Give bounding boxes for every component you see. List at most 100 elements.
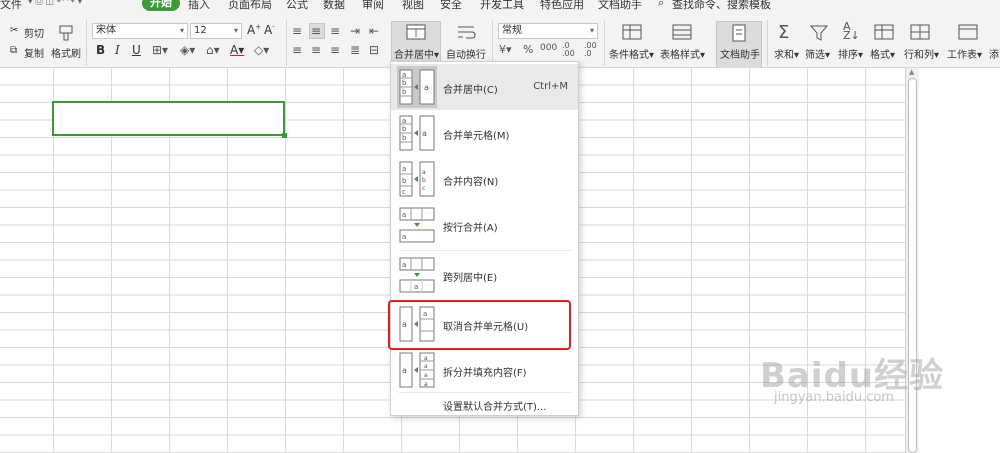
copy-button[interactable]: 复制 bbox=[24, 45, 44, 60]
menu-security[interactable]: 安全 bbox=[440, 0, 462, 12]
sum-button[interactable]: 求和▾ bbox=[774, 46, 799, 61]
menu-item-merge-content[interactable]: abc abc 合并内容(N) bbox=[391, 156, 578, 202]
svg-text:b: b bbox=[402, 79, 407, 87]
menu-item-split-fill[interactable]: a aaaa 拆分并填充内容(F) bbox=[391, 347, 578, 393]
clear-format-icon[interactable]: ◇▾ bbox=[254, 43, 269, 57]
svg-text:c: c bbox=[422, 185, 425, 192]
fill-color-icon[interactable]: ◈▾ bbox=[180, 43, 195, 57]
svg-text:c: c bbox=[402, 188, 406, 196]
scroll-up-icon[interactable]: ▲ bbox=[909, 68, 914, 76]
text-color-icon[interactable]: A▾ bbox=[230, 43, 244, 57]
conditional-format-button[interactable]: 条件格式▾ bbox=[609, 46, 654, 61]
font-shrink-icon[interactable]: A- bbox=[264, 23, 275, 37]
format-button[interactable]: 格式▾ bbox=[870, 46, 895, 61]
percent-icon[interactable]: % bbox=[523, 43, 533, 56]
font-size-select[interactable]: 12 ▾ bbox=[190, 23, 242, 39]
outdent-icon[interactable]: ⇤ bbox=[369, 24, 379, 38]
menu-file[interactable]: 文件 bbox=[0, 0, 22, 12]
svg-text:b: b bbox=[402, 177, 407, 185]
merge-by-row-thumb-icon: a a bbox=[399, 207, 435, 243]
align-bottom-icon[interactable]: ≡ bbox=[330, 24, 340, 38]
watermark-url: jingyan.baidu.com bbox=[774, 390, 894, 405]
more-button[interactable]: 添 bbox=[989, 46, 999, 61]
search-icon[interactable]: ⌕ bbox=[658, 0, 664, 10]
svg-text:a: a bbox=[424, 355, 428, 362]
menu-item-merge-center[interactable]: abb a 合并居中(C) Ctrl+M bbox=[391, 64, 578, 110]
svg-text:a: a bbox=[402, 71, 406, 79]
table-style-button[interactable]: 表格样式▾ bbox=[660, 46, 705, 61]
filter-icon bbox=[810, 25, 828, 41]
menu-view[interactable]: 视图 bbox=[402, 0, 424, 12]
wrap-text-icon bbox=[458, 26, 476, 39]
format-icon bbox=[874, 24, 894, 40]
decrease-decimal-icon[interactable]: .00.0 bbox=[584, 42, 597, 58]
menu-bar: 文件 ▾ ⎙ ◫ ↶ ↷ ▾ 开始 插入 页面布局 公式 数据 审阅 视图 安全… bbox=[0, 0, 1000, 12]
sort-button[interactable]: 排序▾ bbox=[838, 46, 863, 61]
menu-item-center-across[interactable]: a a 跨列居中(E) bbox=[391, 252, 578, 298]
menu-dropdown-icon[interactable]: ▾ ⎙ ◫ ↶ ↷ ▾ bbox=[28, 0, 82, 7]
scissors-icon: ✂ bbox=[10, 25, 19, 36]
format-painter-button[interactable]: 格式刷 bbox=[51, 45, 81, 60]
cut-button[interactable]: 剪切 bbox=[24, 25, 44, 40]
doc-assistant-button[interactable]: 文档助手 bbox=[720, 46, 760, 61]
svg-text:a: a bbox=[422, 169, 426, 176]
menu-review[interactable]: 审阅 bbox=[362, 0, 384, 12]
align-top-icon[interactable]: ≡ bbox=[292, 24, 302, 38]
svg-text:a: a bbox=[402, 366, 407, 375]
underline-icon[interactable]: U bbox=[132, 43, 141, 57]
menu-search[interactable]: 查找命令、搜索模板 bbox=[672, 0, 771, 12]
conditional-format-icon bbox=[622, 24, 642, 40]
annotation-red-highlight bbox=[388, 300, 571, 350]
border-icon[interactable]: ⊞▾ bbox=[152, 43, 168, 57]
fill-handle[interactable] bbox=[282, 133, 287, 138]
rows-cols-button[interactable]: 行和列▾ bbox=[904, 46, 939, 61]
justify-icon[interactable]: ≣ bbox=[350, 43, 360, 57]
format-painter-icon bbox=[59, 25, 73, 41]
align-center-icon[interactable]: ≡ bbox=[311, 43, 321, 57]
menu-data[interactable]: 数据 bbox=[323, 0, 345, 12]
menu-doc-assistant[interactable]: 文档助手 bbox=[598, 0, 642, 12]
copy-icon: ⧉ bbox=[10, 45, 18, 56]
font-grow-icon[interactable]: A+ bbox=[247, 23, 261, 37]
rows-cols-icon bbox=[910, 24, 930, 40]
worksheet-button[interactable]: 工作表▾ bbox=[947, 46, 982, 61]
number-format-select[interactable]: 常规 ▾ bbox=[498, 23, 598, 39]
selected-cell-range[interactable] bbox=[52, 101, 287, 138]
menu-developer[interactable]: 开发工具 bbox=[480, 0, 524, 12]
menu-home[interactable]: 开始 bbox=[142, 0, 180, 11]
menu-item-label: 合并居中(C) bbox=[443, 85, 498, 96]
indent-icon[interactable]: ⇥ bbox=[350, 24, 360, 38]
menu-insert[interactable]: 插入 bbox=[188, 0, 210, 12]
align-right-icon[interactable]: ≡ bbox=[330, 43, 340, 57]
menu-item-merge-by-row[interactable]: a a 按行合并(A) bbox=[391, 202, 578, 248]
font-name-select[interactable]: 宋体 ▾ bbox=[92, 23, 188, 39]
svg-text:a: a bbox=[424, 83, 429, 92]
menu-page-layout[interactable]: 页面布局 bbox=[228, 0, 272, 12]
merge-center-icon bbox=[406, 24, 426, 40]
svg-text:b: b bbox=[402, 125, 407, 133]
menu-item-merge-cells[interactable]: abb a 合并单元格(M) bbox=[391, 110, 578, 156]
svg-text:a: a bbox=[424, 363, 428, 370]
split-fill-thumb-icon: a aaaa bbox=[399, 352, 435, 388]
italic-icon[interactable]: I bbox=[115, 43, 120, 57]
menu-features[interactable]: 特色应用 bbox=[540, 0, 584, 12]
filter-button[interactable]: 筛选▾ bbox=[805, 46, 830, 61]
svg-text:a: a bbox=[424, 372, 428, 379]
thousands-icon[interactable]: 000 bbox=[540, 43, 557, 53]
align-left-icon[interactable]: ≡ bbox=[292, 43, 302, 57]
distribute-icon[interactable]: ⊟ bbox=[369, 43, 379, 57]
menu-item-label: 拆分并填充内容(F) bbox=[443, 368, 527, 379]
menu-item-default-merge-settings[interactable]: 设置默认合并方式(T)... bbox=[391, 394, 578, 416]
currency-icon[interactable]: ¥▾ bbox=[499, 43, 512, 56]
bold-icon[interactable]: B bbox=[96, 43, 105, 57]
increase-decimal-icon[interactable]: .0.00 bbox=[562, 42, 575, 58]
font-color-icon[interactable]: ⌂▾ bbox=[206, 43, 220, 57]
worksheet-icon bbox=[958, 24, 978, 40]
merge-center-button[interactable]: 合并居中▾ bbox=[394, 46, 439, 61]
svg-text:a: a bbox=[414, 283, 418, 291]
svg-text:a: a bbox=[424, 381, 428, 388]
menu-formula[interactable]: 公式 bbox=[286, 0, 308, 12]
wrap-text-button[interactable]: 自动换行 bbox=[446, 46, 486, 61]
table-style-icon bbox=[672, 24, 692, 40]
align-middle-icon[interactable]: ≡ bbox=[311, 24, 321, 38]
